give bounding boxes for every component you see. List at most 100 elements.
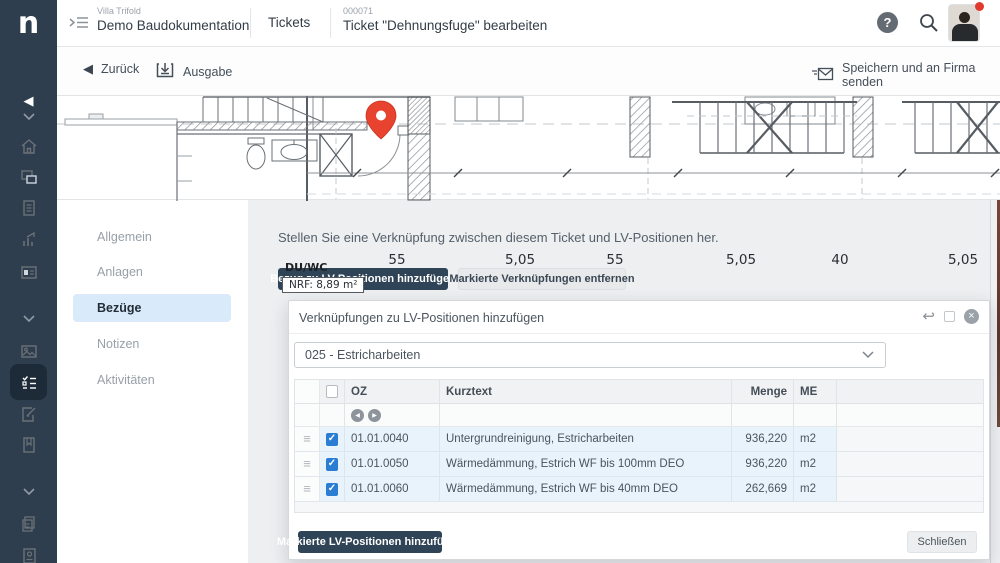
row-kurztext: Wärmedämmung, Estrich WF bis 40mm DEO xyxy=(440,477,732,501)
dimension-label: 5,05 xyxy=(726,252,756,268)
row-me: m2 xyxy=(794,477,837,501)
table-row[interactable]: ≡ ✓ 01.01.0060 Wärmedämmung, Estrich WF … xyxy=(295,477,983,502)
close-modal-button[interactable]: Schließen xyxy=(907,531,977,553)
select-value: 025 - Estricharbeiten xyxy=(305,348,420,362)
help-icon[interactable]: ? xyxy=(877,12,898,33)
sidebar: n ◀ xyxy=(0,0,57,563)
row-menge: 936,220 xyxy=(732,452,794,476)
avatar[interactable] xyxy=(948,4,980,42)
search-icon[interactable] xyxy=(918,12,940,39)
row-checkbox[interactable]: ✓ xyxy=(320,477,345,501)
divider xyxy=(330,8,331,38)
chevron-down-icon[interactable] xyxy=(0,306,57,332)
home-icon[interactable] xyxy=(0,133,57,159)
lv-positions-modal: Verknüpfungen zu LV-Positionen hinzufüge… xyxy=(288,300,990,560)
table-row[interactable]: ≡ ✓ 01.01.0050 Wärmedämmung, Estrich WF … xyxy=(295,452,983,477)
scroll-edge[interactable] xyxy=(990,200,1000,563)
back-button[interactable]: ◀ Zurück xyxy=(83,61,139,77)
project-name: Demo Baudokumentation xyxy=(97,17,249,35)
layers-icon[interactable] xyxy=(0,164,57,190)
row-menge: 936,220 xyxy=(732,427,794,451)
chevron-down-icon xyxy=(861,348,875,362)
row-oz: 01.01.0050 xyxy=(345,452,440,476)
lv-catalog-select[interactable]: 025 - Estricharbeiten xyxy=(294,342,886,368)
output-button[interactable]: Ausgabe xyxy=(155,61,232,82)
document-icon[interactable] xyxy=(0,195,57,221)
remove-references-button[interactable]: Markierte Verknüpfungen entfernen xyxy=(458,268,626,290)
page-title: Ticket "Dehnungsfuge" bearbeiten xyxy=(343,17,547,35)
id-card-icon[interactable] xyxy=(0,259,57,285)
drag-handle[interactable]: ≡ xyxy=(295,452,320,476)
download-tray-icon xyxy=(155,61,175,82)
nav-item-aktivitaeten[interactable]: Aktivitäten xyxy=(73,366,231,394)
table-row[interactable]: ≡ ✓ 01.01.0040 Untergrundreinigung, Estr… xyxy=(295,427,983,452)
save-send-label: Speichern und an Firma senden xyxy=(842,61,1000,89)
chevron-down-icon[interactable] xyxy=(0,104,57,130)
drag-handle-icon: ≡ xyxy=(303,459,311,469)
column-header-kurztext[interactable]: Kurztext xyxy=(440,380,732,403)
chart-icon[interactable] xyxy=(0,227,57,253)
dimension-label: 5,05 xyxy=(948,252,978,268)
dimension-label: 55 xyxy=(606,252,623,268)
room-area-label: NRF: 8,89 m² xyxy=(282,277,364,293)
lv-positions-table: OZ Kurztext Menge ME ◀ ▶ ≡ ✓ 01. xyxy=(294,379,984,513)
select-all-checkbox[interactable] xyxy=(320,380,345,403)
instruction-text: Stellen Sie eine Verknüpfung zwischen di… xyxy=(278,230,719,245)
row-kurztext: Untergrundreinigung, Estricharbeiten xyxy=(440,427,732,451)
project-label: Villa Trifold xyxy=(97,6,249,17)
top-bar: Villa Trifold Demo Baudokumentation Tick… xyxy=(57,0,1000,47)
avatar-head xyxy=(959,12,970,23)
page-next-icon[interactable]: ▶ xyxy=(368,409,381,422)
sidebar-item-references-active[interactable] xyxy=(10,364,47,400)
expand-icon[interactable] xyxy=(944,311,955,322)
output-label: Ausgabe xyxy=(183,65,232,79)
row-kurztext: Wärmedämmung, Estrich WF bis 100mm DEO xyxy=(440,452,732,476)
undo-icon[interactable]: ↩ xyxy=(922,309,935,324)
column-header-oz[interactable]: OZ xyxy=(345,380,440,403)
image-icon[interactable] xyxy=(0,338,57,364)
floor-plan-drawing xyxy=(57,96,1000,201)
close-icon[interactable]: × xyxy=(964,309,979,324)
app-logo[interactable]: n xyxy=(0,0,57,47)
nav-item-anlagen[interactable]: Anlagen xyxy=(73,258,231,286)
edit-note-icon[interactable] xyxy=(0,401,57,427)
nav-item-notizen[interactable]: Notizen xyxy=(73,330,231,358)
modal-title: Verknüpfungen zu LV-Positionen hinzufüge… xyxy=(299,311,544,325)
save-send-button[interactable]: Speichern und an Firma senden xyxy=(812,61,1000,89)
notification-dot xyxy=(975,2,984,11)
divider xyxy=(250,8,251,38)
file-copy-icon[interactable] xyxy=(0,511,57,537)
row-checkbox[interactable]: ✓ xyxy=(320,427,345,451)
blueprint-photo[interactable]: 55 5,05 55 5,05 40 5,05 DU/WC NRF: 8,89 … xyxy=(57,95,1000,200)
add-marked-positions-button[interactable]: Markierte LV-Positionen hinzufügen xyxy=(298,531,442,553)
page-prev-icon[interactable]: ◀ xyxy=(351,409,364,422)
sidebar-toggle-icon[interactable] xyxy=(68,14,90,36)
action-bar: ◀ Zurück Ausgabe Speichern und an Firma … xyxy=(57,47,1000,95)
breadcrumb-tickets[interactable]: Tickets xyxy=(268,15,310,30)
column-header-menge[interactable]: Menge xyxy=(732,380,794,403)
breadcrumb-ticket: 000071 Ticket "Dehnungsfuge" bearbeiten xyxy=(343,6,547,35)
room-label: DU/WC xyxy=(285,261,327,274)
dimension-label: 55 xyxy=(388,252,405,268)
book-icon[interactable] xyxy=(0,432,57,458)
row-checkbox[interactable]: ✓ xyxy=(320,452,345,476)
divider xyxy=(289,333,989,334)
back-arrow-icon: ◀ xyxy=(83,61,93,77)
dimension-label: 40 xyxy=(831,252,848,268)
chevron-down-icon[interactable] xyxy=(0,479,57,505)
drag-handle[interactable]: ≡ xyxy=(295,477,320,501)
nav-item-bezuege[interactable]: Bezüge xyxy=(73,294,231,322)
row-menge: 262,669 xyxy=(732,477,794,501)
column-header-me[interactable]: ME xyxy=(794,380,837,403)
drag-handle[interactable]: ≡ xyxy=(295,427,320,451)
user-card-icon[interactable] xyxy=(0,543,57,563)
row-oz: 01.01.0040 xyxy=(345,427,440,451)
nav-item-allgemein[interactable]: Allgemein xyxy=(73,223,231,251)
table-header-row: OZ Kurztext Menge ME xyxy=(295,380,983,404)
ticket-section-nav: Allgemein Anlagen Bezüge Notizen Aktivit… xyxy=(57,200,248,563)
send-mail-icon xyxy=(812,67,834,84)
ticket-number: 000071 xyxy=(343,6,547,17)
drag-handle-icon: ≡ xyxy=(303,484,311,494)
avatar-body xyxy=(952,24,978,42)
breadcrumb-project[interactable]: Villa Trifold Demo Baudokumentation xyxy=(97,6,249,35)
